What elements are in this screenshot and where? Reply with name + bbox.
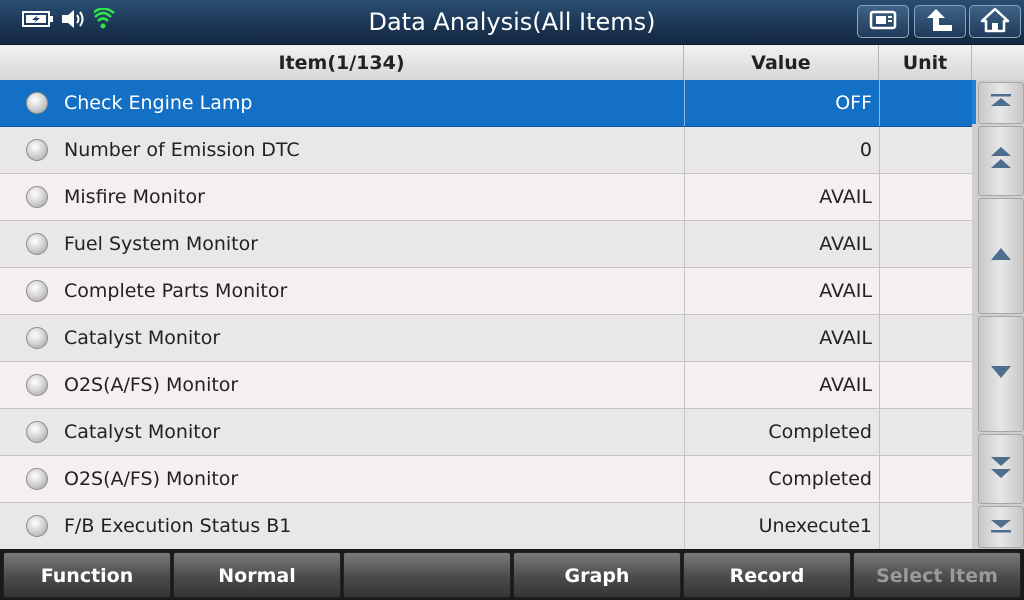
table-row[interactable]: Check Engine Lamp OFF [0, 80, 972, 127]
line-down-button[interactable] [978, 316, 1024, 432]
table-row[interactable]: O2S(A/FS) Monitor Completed [0, 456, 972, 503]
row-item: Complete Parts Monitor [64, 280, 288, 302]
row-item: Number of Emission DTC [64, 139, 300, 161]
row-item: F/B Execution Status B1 [64, 515, 292, 537]
row-unit [879, 80, 972, 126]
row-value: AVAIL [684, 362, 879, 408]
scroll-top-icon [989, 93, 1013, 113]
line-down-icon [989, 364, 1013, 384]
row-item: Catalyst Monitor [64, 421, 221, 443]
row-unit [879, 503, 972, 549]
back-up-icon [925, 7, 955, 37]
scroll-bottom-button[interactable] [978, 506, 1024, 548]
screenshot-icon [868, 8, 898, 36]
line-up-button[interactable] [978, 198, 1024, 314]
row-unit [879, 456, 972, 502]
normal-button[interactable]: Normal [173, 552, 341, 598]
row-value: AVAIL [684, 221, 879, 267]
row-item: Catalyst Monitor [64, 327, 221, 349]
row-value: Completed [684, 409, 879, 455]
column-header-item: Item(1/134) [0, 45, 684, 80]
table-row[interactable]: F/B Execution Status B1 Unexecute1 [0, 503, 972, 549]
select-item-button[interactable]: Select Item [853, 552, 1021, 598]
empty-button[interactable] [343, 552, 511, 598]
row-item: Check Engine Lamp [64, 92, 253, 114]
column-header-value: Value [684, 45, 879, 80]
row-value: AVAIL [684, 268, 879, 314]
row-value: 0 [684, 127, 879, 173]
row-value: OFF [684, 80, 879, 126]
table-header: Item(1/134) Value Unit [0, 45, 1024, 81]
data-table: Check Engine Lamp OFF Number of Emission… [0, 80, 972, 549]
scroll-position-indicator [972, 80, 976, 124]
row-value: Unexecute1 [684, 503, 879, 549]
table-row[interactable]: Complete Parts Monitor AVAIL [0, 268, 972, 315]
row-value: AVAIL [684, 174, 879, 220]
row-unit [879, 221, 972, 267]
row-unit [879, 362, 972, 408]
scroll-top-button[interactable] [978, 82, 1024, 124]
page-up-icon [989, 146, 1013, 176]
scrollbar[interactable] [972, 80, 1024, 549]
back-button[interactable] [914, 5, 966, 38]
title-bar: Data Analysis(All Items) [0, 0, 1024, 45]
home-icon [980, 7, 1010, 37]
row-unit [879, 174, 972, 220]
table-row[interactable]: Catalyst Monitor AVAIL [0, 315, 972, 362]
page-down-icon [989, 454, 1013, 484]
page-up-button[interactable] [978, 126, 1024, 196]
page-down-button[interactable] [978, 434, 1024, 504]
graph-button[interactable]: Graph [513, 552, 681, 598]
row-value: AVAIL [684, 315, 879, 361]
line-up-icon [989, 246, 1013, 266]
bottom-toolbar: Function Normal Graph Record Select Item [0, 549, 1024, 600]
row-unit [879, 409, 972, 455]
scroll-bottom-icon [989, 517, 1013, 537]
home-button[interactable] [969, 5, 1021, 38]
screenshot-button[interactable] [857, 5, 909, 38]
row-unit [879, 268, 972, 314]
table-row[interactable]: Misfire Monitor AVAIL [0, 174, 972, 221]
row-item: O2S(A/FS) Monitor [64, 374, 239, 396]
row-item: Fuel System Monitor [64, 233, 259, 255]
row-item: O2S(A/FS) Monitor [64, 468, 239, 490]
function-button[interactable]: Function [3, 552, 171, 598]
table-row[interactable]: O2S(A/FS) Monitor AVAIL [0, 362, 972, 409]
row-value: Completed [684, 456, 879, 502]
record-button[interactable]: Record [683, 552, 851, 598]
table-row[interactable]: Catalyst Monitor Completed [0, 409, 972, 456]
row-item: Misfire Monitor [64, 186, 205, 208]
table-row[interactable]: Fuel System Monitor AVAIL [0, 221, 972, 268]
column-header-unit: Unit [879, 45, 972, 80]
table-row[interactable]: Number of Emission DTC 0 [0, 127, 972, 174]
row-unit [879, 315, 972, 361]
row-unit [879, 127, 972, 173]
